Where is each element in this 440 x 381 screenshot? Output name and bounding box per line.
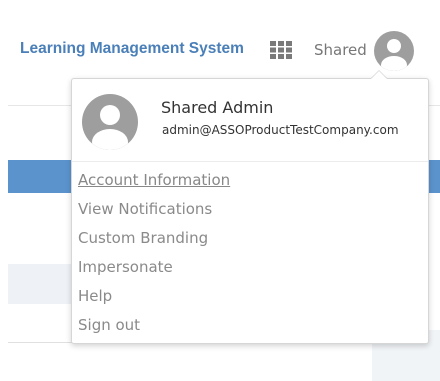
user-avatar-icon [82,94,138,150]
user-dropdown-menu: Shared Admin admin@ASSOProductTestCompan… [71,78,429,344]
profile-name: Shared Admin [161,98,274,117]
grid-apps-icon[interactable] [270,41,292,59]
user-avatar-icon[interactable] [374,31,414,71]
app-title[interactable]: Learning Management System [20,40,244,58]
menu-item-view-notifications[interactable]: View Notifications [78,199,230,228]
page-table-row [8,264,78,304]
menu-item-sign-out[interactable]: Sign out [78,315,230,344]
menu-item-custom-branding[interactable]: Custom Branding [78,228,230,257]
divider [72,161,428,162]
user-menu-list: Account Information View Notifications C… [78,170,230,344]
dropdown-caret-inner [371,71,387,79]
profile-email: admin@ASSOProductTestCompany.com [162,123,399,137]
menu-item-impersonate[interactable]: Impersonate [78,257,230,286]
menu-item-account-information[interactable]: Account Information [78,170,230,199]
user-menu-toggle-label[interactable]: Shared [314,41,367,59]
menu-item-help[interactable]: Help [78,286,230,315]
